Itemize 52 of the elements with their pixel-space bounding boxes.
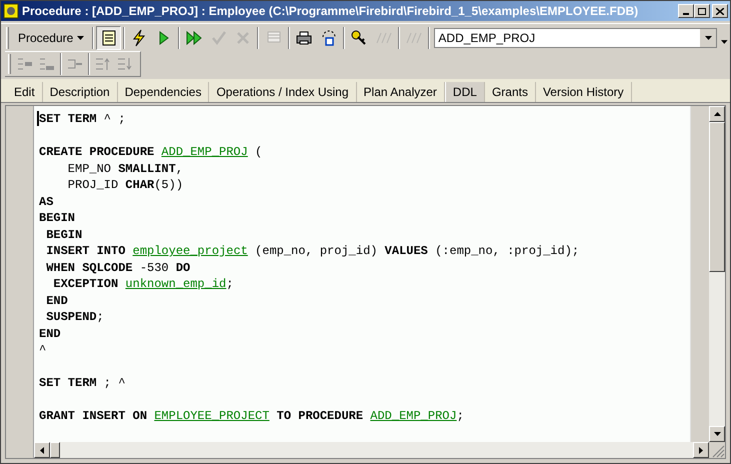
code-line: EMP_NO SMALLINT, [66,160,184,177]
code-line: WHEN SQLCODE -530 DO [45,260,190,276]
code-line: BEGIN [45,226,82,243]
tab[interactable]: Version History [536,82,632,102]
code-line: PROJ_ID CHAR(5)) [66,177,184,194]
dropdown-arrow-icon [704,36,712,40]
text-cursor [37,111,39,126]
code-line: SUSPEND; [45,309,104,326]
code-line: INSERT INTO employee_project (emp_no, proj_id) VALUES (:emp_no, :proj_id); [45,243,580,260]
vertical-scrollbar[interactable] [709,106,725,442]
code-editor[interactable] [34,106,691,442]
code-line: ^ [39,342,46,358]
dotted-box-icon [320,28,338,46]
document-icon [100,28,118,46]
minimize-button[interactable] [678,4,694,18]
scrollbar-thumb[interactable] [709,122,725,272]
key-icon [350,28,368,46]
tab[interactable]: Operations / Index Using [209,82,357,102]
toolbar-button[interactable] [96,26,121,50]
code-line: EXCEPTION unknown_emp_id; [52,276,234,292]
close-icon [716,8,724,14]
horizontal-scrollbar[interactable] [34,442,725,458]
left-arrow-icon [40,446,44,454]
app-icon [3,3,19,19]
fast-forward-icon [185,28,204,46]
code-line: GRANT INSERT ON EMPLOYEE_PROJECT TO PROCEDURE ADD_EMP_PROJ; [39,408,464,424]
maximize-icon [698,8,706,14]
code-line: END [45,292,68,309]
code-line: AS [39,194,54,210]
checkmark-icon [210,28,228,46]
down-arrow-icon [714,432,720,436]
code-line: CREATE PROCEDURE ADD_EMP_PROJ ( [39,144,262,160]
code-line: END [39,326,61,342]
tab[interactable]: Description [42,82,118,102]
code-line: SET TERM ; ^ [39,375,126,392]
tab[interactable]: DDL [444,82,485,102]
code-line: SET TERM ^ ; [39,111,126,128]
maximize-button[interactable] [694,4,710,18]
object-select[interactable]: ADD_EMP_PROJ [434,28,718,48]
up-arrow-icon [714,112,720,116]
tab[interactable]: Edit [7,82,43,102]
window-title: Procedure : [ADD_EMP_PROJ] : Employee (C:\Programme\Firebird\Firebird_1_5\examples\EMPLOYEE.FDB) [22,3,640,20]
printer-icon [295,28,314,46]
tab[interactable]: Grants [484,82,536,102]
toolbar-options-icon [721,40,728,44]
procedure-menu-button[interactable]: Procedure [12,26,90,50]
scrollbar-thumb[interactable] [50,442,60,458]
caret-icon [77,36,84,40]
close-button[interactable] [712,4,728,18]
code-line: BEGIN [39,210,76,226]
right-arrow-icon [699,446,703,454]
tab[interactable]: Dependencies [118,82,210,102]
